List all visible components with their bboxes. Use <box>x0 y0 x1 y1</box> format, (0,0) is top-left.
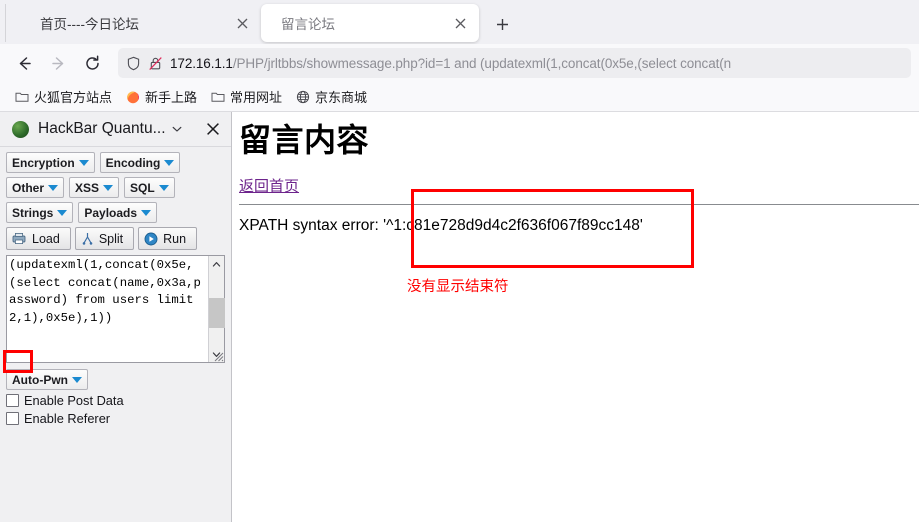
bookmark-label: 新手上路 <box>145 90 198 105</box>
lock-crossed-icon[interactable] <box>148 56 163 71</box>
enable-referer-label: Enable Referer <box>24 411 111 426</box>
auto-pwn-label: Auto-Pwn <box>12 372 68 387</box>
firefox-icon <box>126 90 140 104</box>
other-label: Other <box>12 180 45 195</box>
encryption-dropdown[interactable]: Encryption <box>6 152 95 173</box>
xss-dropdown[interactable]: XSS <box>69 177 120 198</box>
enable-post-data-checkbox[interactable] <box>6 394 19 407</box>
tab-active[interactable]: 留言论坛 <box>261 4 479 42</box>
load-button[interactable]: Load <box>6 227 71 250</box>
enable-referer-row[interactable]: Enable Referer <box>6 411 225 426</box>
annotation-text: 没有显示结束符 <box>407 279 509 295</box>
sidebar-title: HackBar Quantu... <box>38 120 166 137</box>
bookmark-label: 京东商城 <box>315 90 368 105</box>
enable-post-data-label: Enable Post Data <box>24 393 124 408</box>
browser-window: 首页----今日论坛 留言论坛 172.16.1.1/PHP/jrltbbs/s… <box>0 0 919 522</box>
resize-grip-icon[interactable] <box>210 348 224 362</box>
folder-icon <box>211 90 225 103</box>
tab-inactive[interactable]: 首页----今日论坛 <box>6 4 261 42</box>
scrollbar-track[interactable] <box>209 272 225 346</box>
navigation-toolbar: 172.16.1.1/PHP/jrltbbs/showmessage.php?i… <box>0 44 919 82</box>
strings-dropdown[interactable]: Strings <box>6 202 74 223</box>
tab-title: 首页----今日论坛 <box>40 17 139 32</box>
enable-post-data-row[interactable]: Enable Post Data <box>6 393 225 408</box>
load-label: Load <box>32 231 60 246</box>
caret-down-icon <box>103 184 114 191</box>
other-dropdown[interactable]: Other <box>6 177 65 198</box>
xss-label: XSS <box>75 180 100 195</box>
payloads-label: Payloads <box>84 205 138 220</box>
new-tab-button[interactable] <box>487 9 517 39</box>
chevron-down-icon[interactable] <box>171 123 183 135</box>
hackbar-logo-icon <box>12 120 29 138</box>
back-to-home-link[interactable]: 返回首页 <box>239 175 299 196</box>
auto-pwn-row: Auto-Pwn <box>6 369 225 390</box>
url-host: 172.16.1.1 <box>170 55 233 71</box>
sql-label: SQL <box>130 180 155 195</box>
encoding-label: Encoding <box>105 155 161 170</box>
scroll-up-icon[interactable] <box>209 256 225 272</box>
tab-title: 留言论坛 <box>281 17 335 32</box>
dropdown-row-2: Other XSS SQL <box>6 177 225 198</box>
caret-down-icon <box>72 376 82 383</box>
horizontal-divider <box>239 203 919 205</box>
encoding-dropdown[interactable]: Encoding <box>99 152 181 173</box>
sidebar-header: HackBar Quantu... <box>0 112 231 147</box>
payloads-dropdown[interactable]: Payloads <box>78 202 158 223</box>
url-path: /PHP/jrltbbs/showmessage.php?id=1 and (u… <box>232 55 732 71</box>
bookmarks-bar: 火狐官方站点 新手上路 常用网址 京东商城 <box>0 82 919 112</box>
scrollbar-thumb[interactable] <box>209 298 225 328</box>
folder-icon <box>15 90 29 103</box>
address-bar[interactable]: 172.16.1.1/PHP/jrltbbs/showmessage.php?i… <box>118 48 911 78</box>
caret-down-icon <box>141 209 152 216</box>
bookmark-label: 火狐官方站点 <box>34 90 113 105</box>
page-title: 留言内容 <box>239 122 370 158</box>
shield-icon[interactable] <box>126 56 141 71</box>
forward-arrow-icon[interactable] <box>42 48 74 78</box>
dropdown-row-3: Strings Payloads <box>6 202 225 223</box>
sidebar-body: Encryption Encoding Other XSS SQL String… <box>0 147 231 426</box>
caret-down-icon <box>78 159 89 166</box>
textarea-scrollbar[interactable] <box>208 256 225 362</box>
globe-icon <box>296 90 310 104</box>
load-icon <box>12 232 27 245</box>
payload-textarea[interactable]: (updatexml(1,concat(0x5e,(select concat(… <box>6 255 225 363</box>
xpath-error-text: XPATH syntax error: '^1:c81e728d9d4c2f63… <box>239 216 643 234</box>
split-label: Split <box>98 231 124 246</box>
payload-textarea-value[interactable]: (updatexml(1,concat(0x5e,(select concat(… <box>7 256 208 362</box>
tab-close-icon[interactable] <box>449 12 471 34</box>
tab-strip: 首页----今日论坛 留言论坛 <box>0 0 919 44</box>
strings-label: Strings <box>12 205 54 220</box>
caret-down-icon <box>164 159 175 166</box>
reload-icon[interactable] <box>76 48 108 78</box>
encryption-label: Encryption <box>12 155 75 170</box>
enable-referer-checkbox[interactable] <box>6 412 19 425</box>
browser-chrome: 首页----今日论坛 留言论坛 172.16.1.1/PHP/jrltbbs/s… <box>0 0 919 112</box>
close-icon[interactable] <box>203 120 223 138</box>
run-label: Run <box>163 231 187 246</box>
bookmark-item[interactable]: 新手上路 <box>119 86 204 108</box>
caret-down-icon <box>158 184 169 191</box>
tab-close-icon[interactable] <box>231 12 253 34</box>
dropdown-row-1: Encryption Encoding <box>6 152 225 173</box>
bookmark-item[interactable]: 京东商城 <box>289 86 374 108</box>
sql-dropdown[interactable]: SQL <box>124 177 175 198</box>
bookmark-label: 常用网址 <box>230 90 283 105</box>
bookmark-item[interactable]: 常用网址 <box>204 86 289 108</box>
run-play-icon <box>144 232 158 246</box>
action-button-row: Load Split Run <box>6 227 225 250</box>
split-icon <box>81 232 94 245</box>
run-button[interactable]: Run <box>138 227 198 250</box>
bookmark-item[interactable]: 火狐官方站点 <box>8 86 119 108</box>
caret-down-icon <box>57 209 68 216</box>
auto-pwn-dropdown[interactable]: Auto-Pwn <box>6 369 88 390</box>
caret-down-icon <box>48 184 59 191</box>
url-text: 172.16.1.1/PHP/jrltbbs/showmessage.php?i… <box>170 56 731 71</box>
hackbar-sidebar: HackBar Quantu... Encryption Encoding Ot… <box>0 112 232 522</box>
split-button[interactable]: Split <box>74 227 135 250</box>
back-arrow-icon[interactable] <box>8 48 40 78</box>
page-content: 留言内容 返回首页 XPATH syntax error: '^1:c81e72… <box>233 112 919 522</box>
